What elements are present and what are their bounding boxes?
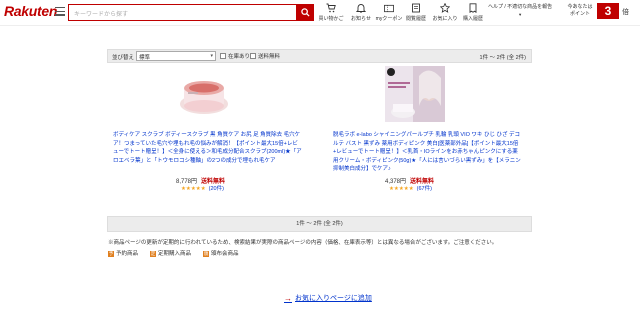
product-image-scrub[interactable] (174, 66, 234, 126)
nav-cart[interactable]: 買い物かご (319, 3, 344, 22)
help-link[interactable]: ヘルプ / 不適切な商品を報告 ▼ (488, 4, 552, 18)
review-count-link[interactable]: (67件) (417, 186, 432, 192)
sort-select[interactable]: 標準 ▾ (136, 51, 216, 61)
coupon-icon (384, 3, 394, 13)
chevron-down-icon: ▾ (210, 53, 213, 59)
nav-notifications[interactable]: お知らせ (349, 3, 373, 22)
legend-reservation: 予予約商品 (108, 251, 139, 257)
subscription-tag-icon: 定 (150, 251, 157, 257)
product-title-link[interactable]: ボディケア スクラブ ボディースクラブ 黒 角質ケア お尻 足 角質除去 毛穴ケ… (113, 131, 303, 165)
arrow-right-icon: → (284, 293, 292, 303)
review-count-link[interactable]: (20件) (209, 186, 224, 192)
product-rating: ★★★★★ (20件) (181, 184, 224, 192)
reservation-tag-icon: 予 (108, 251, 114, 257)
product-rating: ★★★★★ (67件) (389, 184, 432, 192)
history-icon (411, 3, 421, 13)
header: Rakuten キーワードから探す 買い物かご お知らせ myクーポン 閲覧履歴… (0, 0, 640, 26)
legend-subscription: 定定期購入商品 (150, 251, 192, 257)
search-icon (300, 8, 310, 17)
result-count: 1件 ～ 2件 (全 2件) (479, 55, 526, 61)
product-title-link[interactable]: 脱毛ラボ e-labo シャイニングパールプチ 乳輪 乳頭 VIO ワキ ひじ … (333, 131, 523, 174)
sort-label: 並び替え (112, 55, 135, 61)
disclaimer-note: ※商品ページの更新が定期的に行われているため、検索結果が実際の商品ページの内容（… (108, 240, 498, 246)
points-multiplier[interactable]: 3 (597, 3, 619, 19)
search-button[interactable] (296, 4, 314, 21)
points-unit: 倍 (622, 9, 629, 16)
menu-icon[interactable] (55, 7, 65, 16)
cart-icon (326, 3, 336, 13)
legend: 予予約商品 定定期購入商品 頒頒布会商品 (108, 249, 239, 257)
add-to-favorites-link[interactable]: → お気に入りページに追加 (284, 293, 372, 303)
in-stock-checkbox[interactable]: 在庫あり (220, 52, 250, 60)
pager: 1件 ～ 2件 (全 2件) (107, 216, 532, 232)
distribution-tag-icon: 頒 (203, 251, 210, 257)
search-input[interactable]: キーワードから探す (68, 4, 296, 21)
star-icon (440, 3, 450, 13)
sort-bar: 並び替え 標準 ▾ 在庫あり 送料無料 1件 ～ 2件 (全 2件) (107, 49, 532, 63)
receipt-icon (468, 3, 478, 13)
nav-purchase-history[interactable]: 購入履歴 (461, 3, 485, 22)
points-label: 今あなたは ポイント (567, 4, 593, 17)
rating-stars: ★★★★★ (389, 186, 414, 192)
rakuten-logo[interactable]: Rakuten (4, 3, 57, 19)
product-image-cream[interactable] (385, 66, 445, 126)
nav-coupon[interactable]: myクーポン (376, 3, 402, 22)
free-shipping-checkbox[interactable]: 送料無料 (250, 52, 280, 60)
bell-icon (356, 3, 366, 13)
rating-stars: ★★★★★ (181, 186, 206, 192)
nav-history[interactable]: 閲覧履歴 (404, 3, 428, 22)
nav-favorites[interactable]: お気に入り (433, 3, 458, 22)
legend-distribution: 頒頒布会商品 (203, 251, 239, 257)
